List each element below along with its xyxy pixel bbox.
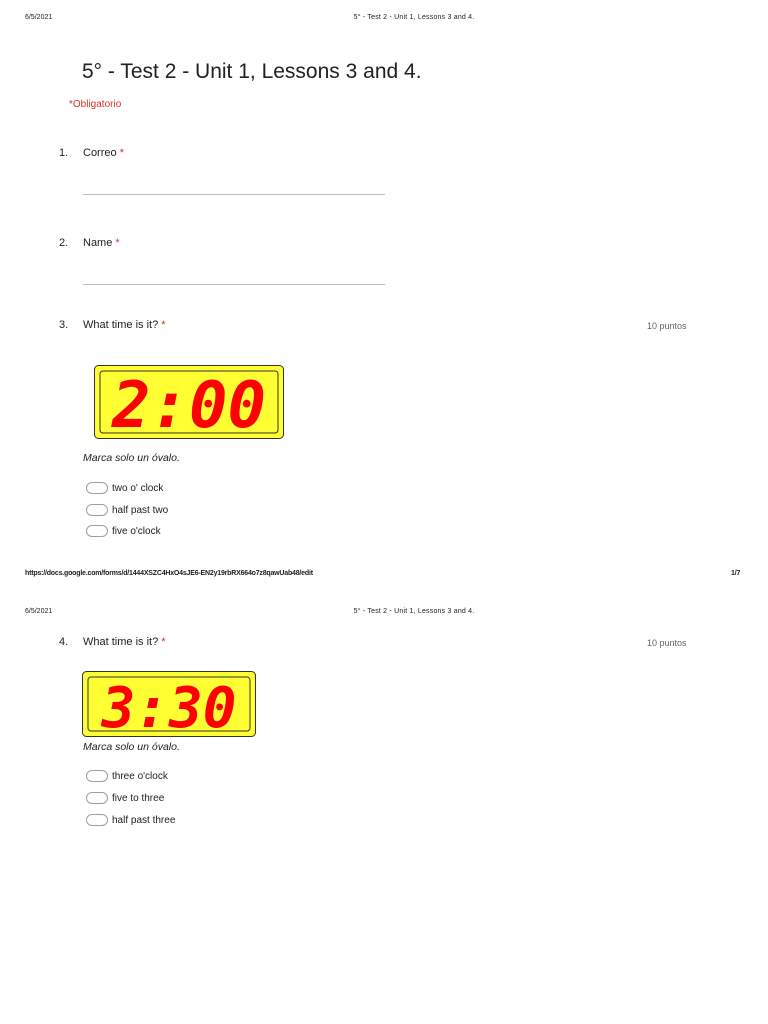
radio-oval[interactable]: [86, 504, 108, 516]
option-label: half past three: [112, 814, 176, 826]
clock-digits: 3:30: [101, 676, 237, 737]
print-date: 6/5/2021: [25, 14, 53, 21]
question-label: Correo: [83, 147, 117, 159]
question-label: Name: [83, 237, 113, 249]
required-star: *: [161, 636, 166, 648]
instruction-text: Marca solo un óvalo.: [83, 741, 180, 753]
question-number: 1.: [59, 147, 69, 159]
radio-oval[interactable]: [86, 770, 108, 782]
radio-oval[interactable]: [86, 482, 108, 494]
radio-oval[interactable]: [86, 525, 108, 537]
digital-clock-image: 2:00: [94, 365, 284, 439]
print-title: 5° - Test 2 - Unit 1, Lessons 3 and 4.: [353, 14, 475, 21]
footer-url: https://docs.google.com/forms/d/1444XSZC…: [25, 570, 313, 577]
required-star: *: [119, 147, 124, 159]
question-text: Correo *: [83, 147, 124, 159]
question-text: Name *: [83, 237, 120, 249]
question-label: What time is it?: [83, 319, 159, 331]
question-label: What time is it?: [83, 636, 159, 648]
points-label: 10 puntos: [647, 321, 687, 331]
question-number: 2.: [59, 237, 69, 249]
option-half-past-two[interactable]: half past two: [86, 503, 168, 517]
digital-clock-image: 3:30: [82, 671, 256, 737]
instruction-text: Marca solo un óvalo.: [83, 452, 180, 464]
name-field[interactable]: [83, 284, 385, 285]
option-five-oclock[interactable]: five o'clock: [86, 524, 161, 538]
print-title: 5° - Test 2 - Unit 1, Lessons 3 and 4.: [353, 608, 475, 615]
question-text: What time is it? *: [83, 319, 166, 331]
question-number: 4.: [59, 636, 69, 648]
required-note: *Obligatorio: [69, 99, 122, 110]
radio-oval[interactable]: [86, 814, 108, 826]
option-five-to-three[interactable]: five to three: [86, 791, 164, 805]
option-label: three o'clock: [112, 770, 168, 782]
required-star: *: [161, 319, 166, 331]
points-label: 10 puntos: [647, 638, 687, 648]
option-three-oclock[interactable]: three o'clock: [86, 769, 168, 783]
option-label: five o'clock: [112, 525, 161, 537]
question-number: 3.: [59, 319, 69, 331]
option-label: half past two: [112, 504, 169, 516]
page-number: 1/7: [731, 570, 741, 577]
option-half-past-three[interactable]: half past three: [86, 813, 175, 827]
print-date: 6/5/2021: [25, 608, 53, 615]
required-star: *: [115, 237, 120, 249]
form-title: 5° - Test 2 - Unit 1, Lessons 3 and 4.: [82, 60, 422, 83]
option-two-oclock[interactable]: two o' clock: [86, 481, 163, 495]
question-text: What time is it? *: [83, 636, 166, 648]
option-label: two o' clock: [112, 482, 164, 494]
email-field[interactable]: [83, 194, 385, 195]
radio-oval[interactable]: [86, 792, 108, 804]
clock-digits: 2:00: [111, 369, 266, 439]
option-label: five to three: [112, 792, 165, 804]
